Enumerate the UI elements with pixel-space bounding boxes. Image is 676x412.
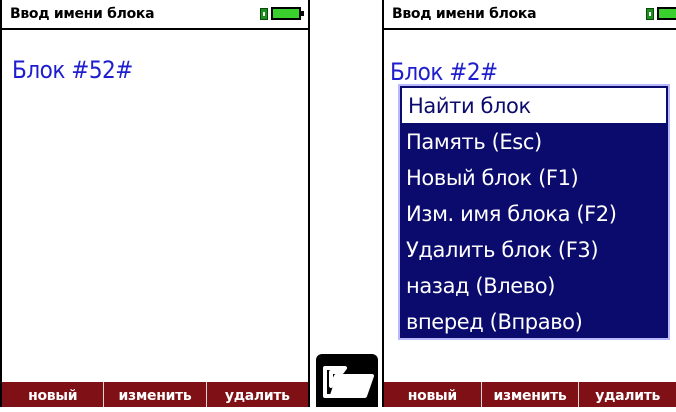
block-name-field[interactable]: Блок #52# [12, 56, 133, 84]
battery-icon [271, 7, 304, 20]
menu-item-rename-block[interactable]: Изм. имя блока (F2) [400, 196, 668, 232]
menu-item-delete-block[interactable]: Удалить блок (F3) [400, 232, 668, 268]
power-plug-icon [646, 7, 654, 20]
softkey-new[interactable]: новый [384, 382, 482, 407]
battery-status [260, 7, 304, 20]
menu-item-back[interactable]: назад (Влево) [400, 268, 668, 304]
context-menu: Найти блок Память (Esc) Новый блок (F1) … [398, 84, 670, 340]
right-device-screen: Ввод имени блока Блок #2# Найти блок Пам… [382, 0, 676, 407]
block-name-field[interactable]: Блок #2# [390, 58, 498, 86]
folder-open-button[interactable] [316, 354, 378, 407]
battery-status [646, 7, 676, 20]
softkey-edit[interactable]: изменить [104, 382, 207, 407]
menu-item-memory[interactable]: Память (Esc) [400, 124, 668, 160]
softkey-bar: новый изменить удалить [2, 382, 308, 407]
softkey-edit[interactable]: изменить [482, 382, 580, 407]
left-device-screen: Ввод имени блока Блок #52# новый изменит… [0, 0, 310, 407]
softkey-new[interactable]: новый [2, 382, 105, 407]
softkey-delete[interactable]: удалить [207, 382, 308, 407]
menu-item-forward[interactable]: вперед (Вправо) [400, 304, 668, 340]
title-bar: Ввод имени блока [2, 0, 308, 30]
menu-item-find-block[interactable]: Найти блок [402, 88, 666, 123]
screen-title: Ввод имени блока [10, 6, 155, 22]
screen-title: Ввод имени блока [392, 6, 537, 22]
softkey-delete[interactable]: удалить [579, 382, 676, 407]
title-bar: Ввод имени блока [384, 0, 676, 30]
battery-icon [657, 7, 676, 20]
folder-open-icon [323, 366, 374, 398]
softkey-bar: новый изменить удалить [384, 382, 676, 407]
menu-item-new-block[interactable]: Новый блок (F1) [400, 160, 668, 196]
power-plug-icon [260, 7, 268, 20]
